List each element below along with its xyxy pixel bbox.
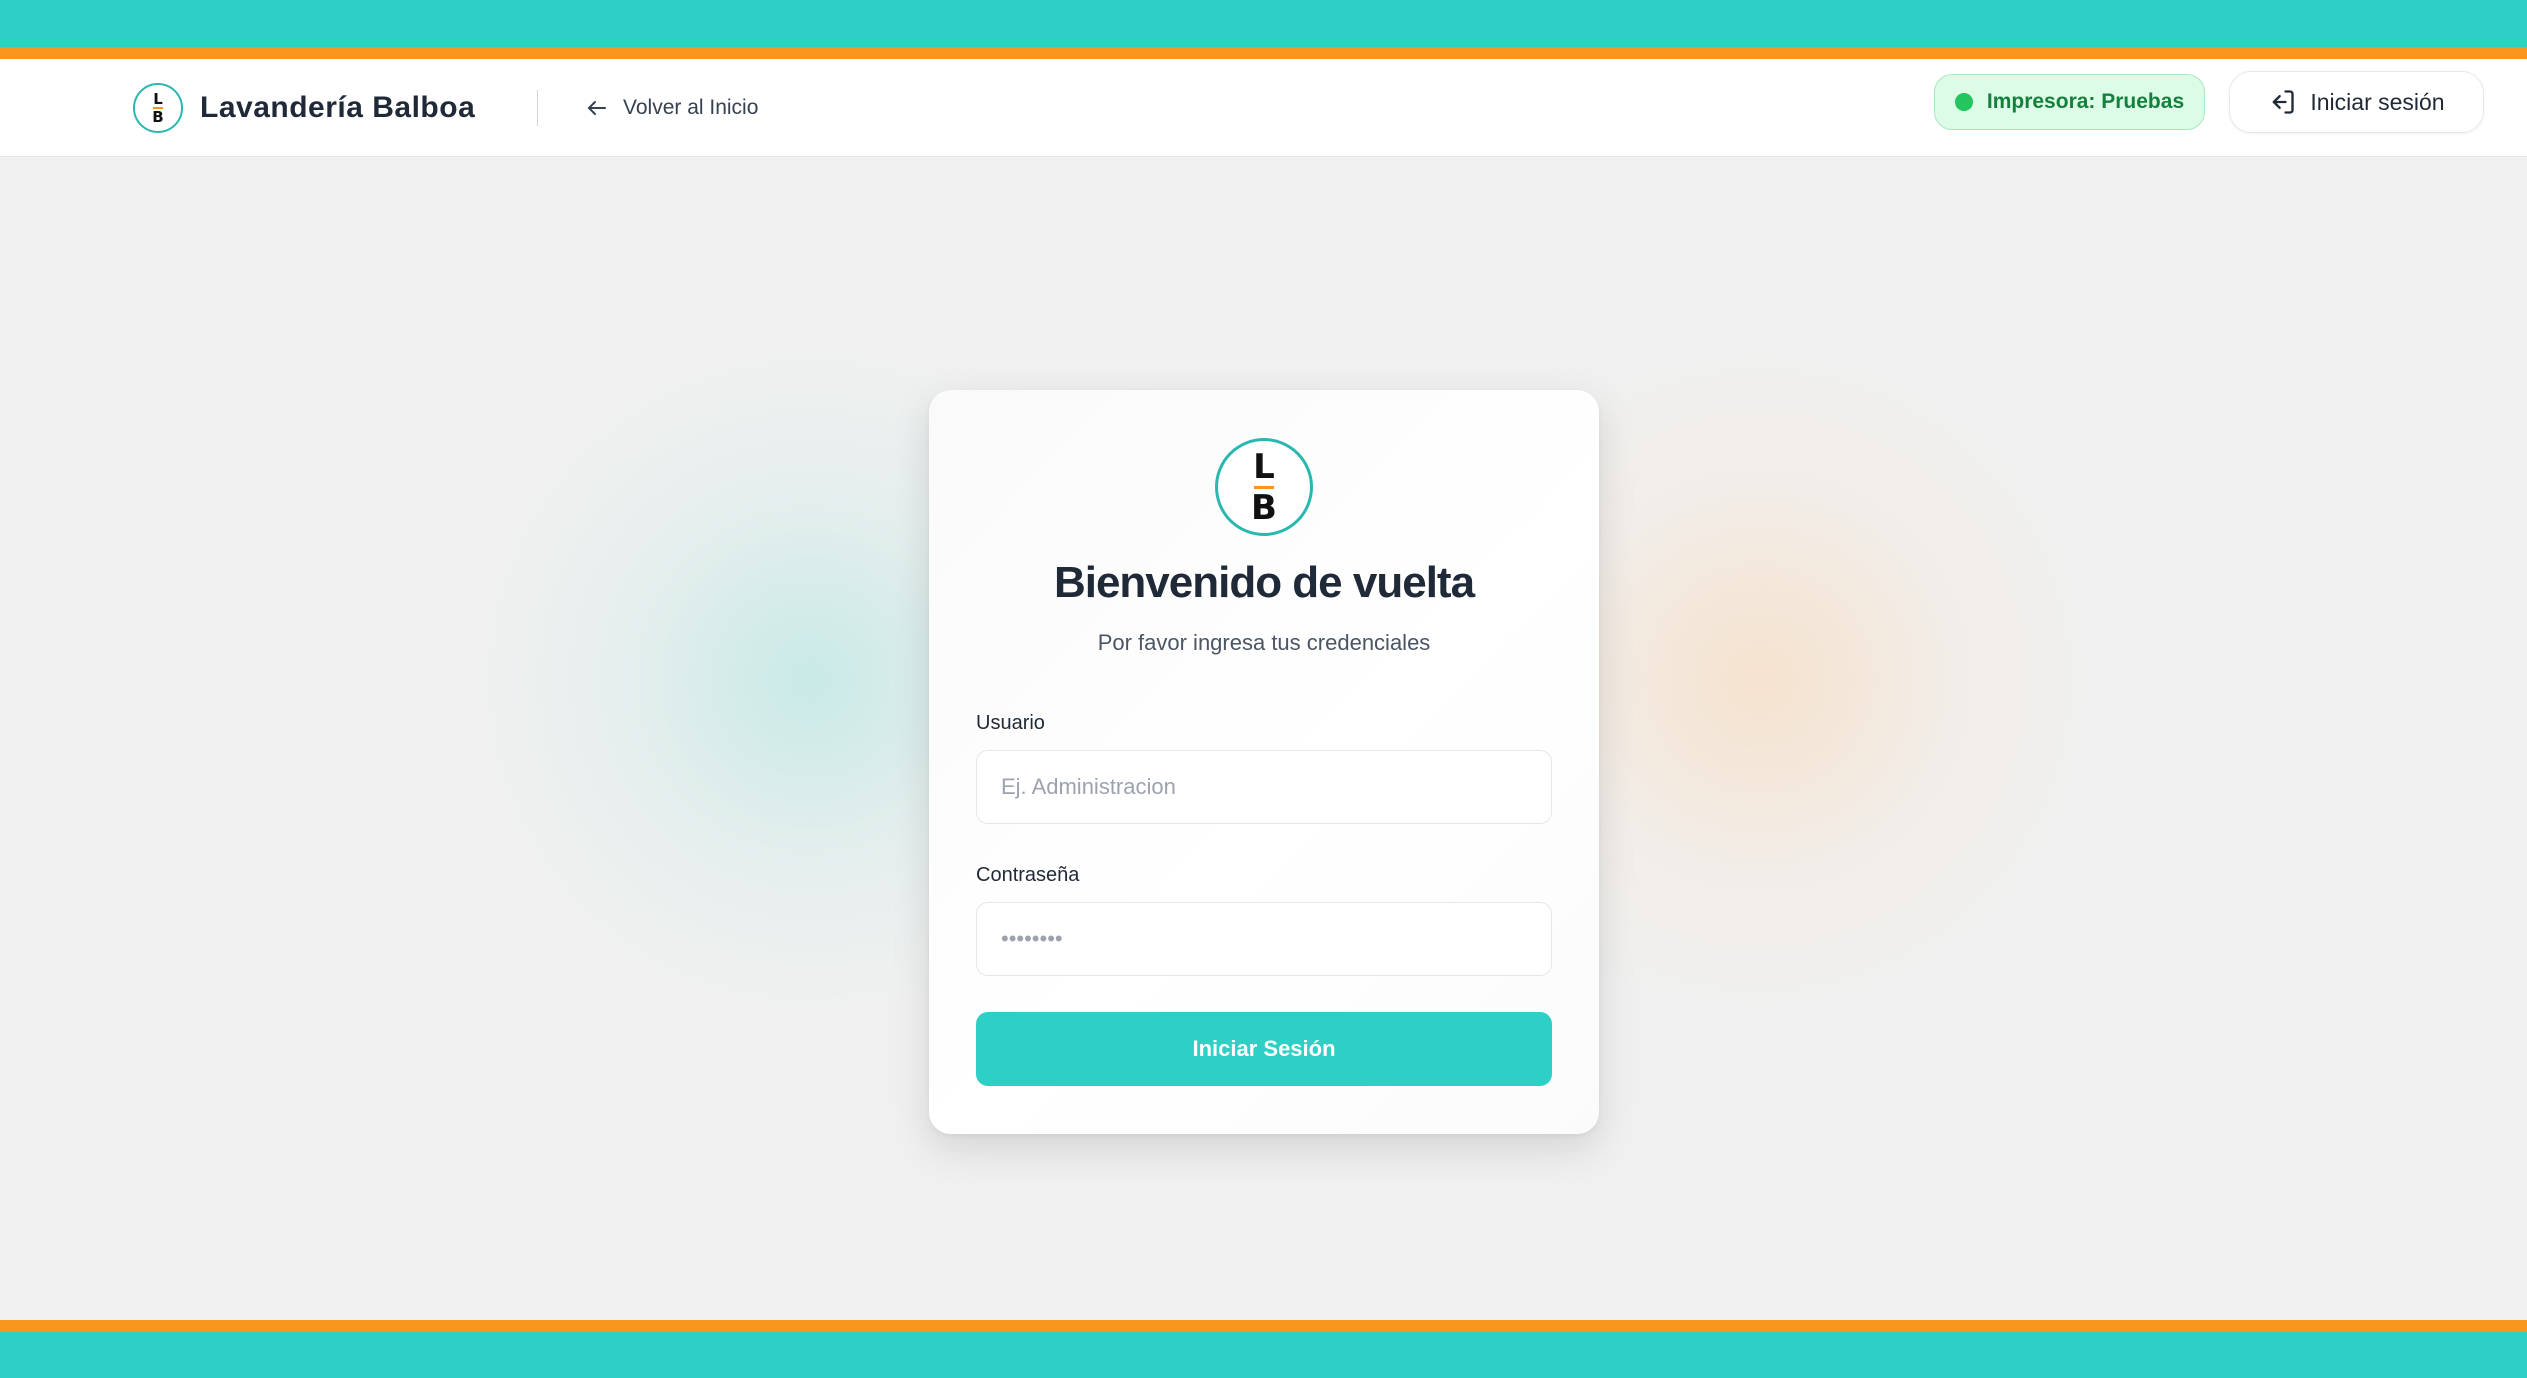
password-input[interactable] <box>976 902 1552 976</box>
printer-status-label: Impresora: Pruebas <box>1986 90 2185 113</box>
logo-letter-b: B <box>152 108 164 126</box>
login-title: Bienvenido de vuelta <box>1053 558 1475 607</box>
username-label: Usuario <box>976 712 1045 734</box>
bottom-teal-stripe <box>0 1332 2527 1378</box>
logo-letter-l: L <box>153 90 163 108</box>
back-to-home-link[interactable]: Volver al Inicio <box>585 92 758 124</box>
header-login-label: Iniciar sesión <box>2310 88 2445 115</box>
top-teal-stripe <box>0 0 2527 47</box>
status-dot-icon <box>1954 93 1973 111</box>
arrow-left-icon <box>588 101 606 115</box>
password-label: Contraseña <box>976 864 1080 886</box>
back-link-label: Volver al Inicio <box>623 96 759 119</box>
login-card: L B Bienvenido de vuelta Por favor ingre… <box>929 390 1599 1134</box>
bottom-orange-stripe <box>0 1320 2527 1332</box>
card-logo-letter-l: L <box>1253 446 1275 487</box>
login-submit-button[interactable]: Iniciar Sesión <box>976 1012 1552 1086</box>
header-login-button[interactable]: Iniciar sesión <box>2229 71 2484 133</box>
card-logo: L B <box>1215 438 1313 536</box>
brand[interactable]: L B Lavandería Balboa <box>133 82 475 134</box>
brand-name: Lavandería Balboa <box>200 91 476 124</box>
header-divider <box>537 90 538 126</box>
login-icon <box>2273 90 2295 114</box>
brand-logo: L B <box>133 83 183 133</box>
printer-status-badge[interactable]: Impresora: Pruebas <box>1934 74 2205 130</box>
card-logo-letter-b: B <box>1251 487 1277 528</box>
login-subtitle: Por favor ingresa tus credenciales <box>1097 630 1431 655</box>
header-bar: L B Lavandería Balboa Volver al Inicio I… <box>0 59 2527 157</box>
username-input[interactable] <box>976 750 1552 824</box>
top-orange-stripe <box>0 47 2527 59</box>
